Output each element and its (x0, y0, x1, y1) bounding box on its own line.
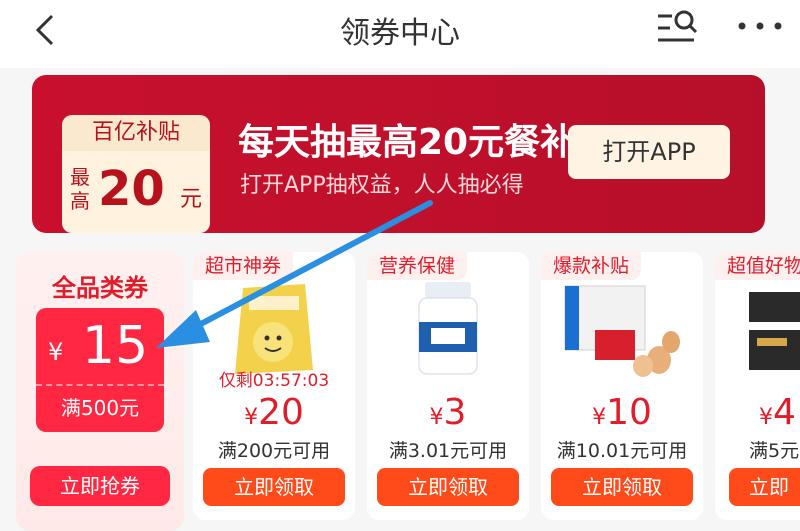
header-bar: 领券中心 (0, 0, 800, 68)
egg-box-image (564, 285, 680, 377)
grab-coupon-button[interactable]: 立即抢券 (30, 466, 170, 506)
currency-symbol: ¥ (48, 338, 64, 366)
product-coupon-card: 超值好物 ¥4 满5元 立即 (715, 252, 800, 520)
coupon-condition: 满3.01元可用 (388, 440, 508, 462)
coupon-value: 4 (773, 392, 796, 433)
coupon-value: 10 (606, 392, 652, 433)
claim-button[interactable]: 立即领取 (377, 468, 519, 506)
category-tag: 爆款补贴 (541, 252, 642, 280)
coupon-condition: 满200元可用 (217, 440, 331, 462)
coupon-price: ¥3 (367, 392, 529, 433)
coupon-type-label: 全品类券 (52, 274, 148, 302)
category-tag: 超市神券 (193, 252, 294, 280)
banner-subtitle: 打开APP抽权益，人人抽必得 (240, 173, 524, 198)
product-coupon-card: 营养保健 ¥3 满3.01元可用 立即领取 (367, 252, 529, 520)
coupon-ticket: ¥ 15 满500元 (36, 308, 164, 432)
open-app-button[interactable]: 打开APP (568, 125, 730, 179)
ticket-title: 百亿补贴 (62, 115, 210, 151)
promo-banner[interactable]: 百亿补贴 最高 20 元 每天抽最高20元餐补 打开APP抽权益，人人抽必得 打… (32, 75, 765, 233)
coupon-value: 20 (258, 392, 304, 433)
coupon-price: ¥10 (541, 392, 703, 433)
coupon-condition: 满5元 (749, 440, 800, 462)
more-dots-icon[interactable] (736, 14, 784, 38)
coupon-value: 15 (82, 316, 149, 376)
coupon-price: ¥4 (729, 392, 800, 433)
claim-button[interactable]: 立即 (729, 468, 800, 506)
snack-bag-image (235, 284, 313, 374)
coupon-value: 3 (443, 392, 467, 433)
supplement-bottle-image (418, 282, 478, 375)
currency-symbol: ¥ (429, 405, 444, 430)
claim-button[interactable]: 立即领取 (203, 468, 345, 506)
countdown-timer: 仅剩03:57:03 (218, 371, 330, 391)
divider (36, 384, 164, 386)
ticket-prefix: 最高 (70, 165, 90, 213)
claim-button[interactable]: 立即领取 (551, 468, 693, 506)
coupon-price: ¥20 (193, 392, 355, 433)
ticket-amount: 20 (98, 161, 165, 217)
product-box-image (749, 292, 800, 370)
all-category-coupon-card: 全品类券 ¥ 15 满500元 立即抢券 (16, 252, 184, 531)
banner-title: 每天抽最高20元餐补 (238, 122, 577, 163)
product-coupon-card: 超市神券 仅剩03:57:03 ¥20 满200元可用 立即领取 (193, 252, 355, 520)
currency-symbol: ¥ (244, 405, 259, 430)
subsidy-ticket: 百亿补贴 最高 20 元 (62, 115, 210, 233)
coupon-condition: 满10.01元可用 (556, 440, 688, 462)
currency-symbol: ¥ (592, 405, 607, 430)
coupon-condition: 满500元 (60, 396, 140, 420)
ticket-unit: 元 (180, 187, 203, 212)
category-tag: 超值好物 (715, 252, 800, 280)
product-coupon-card: 爆款补贴 ¥10 满10.01元可用 立即领取 (541, 252, 703, 520)
category-tag: 营养保健 (367, 252, 468, 280)
search-list-icon[interactable] (656, 6, 700, 50)
currency-symbol: ¥ (759, 405, 773, 430)
